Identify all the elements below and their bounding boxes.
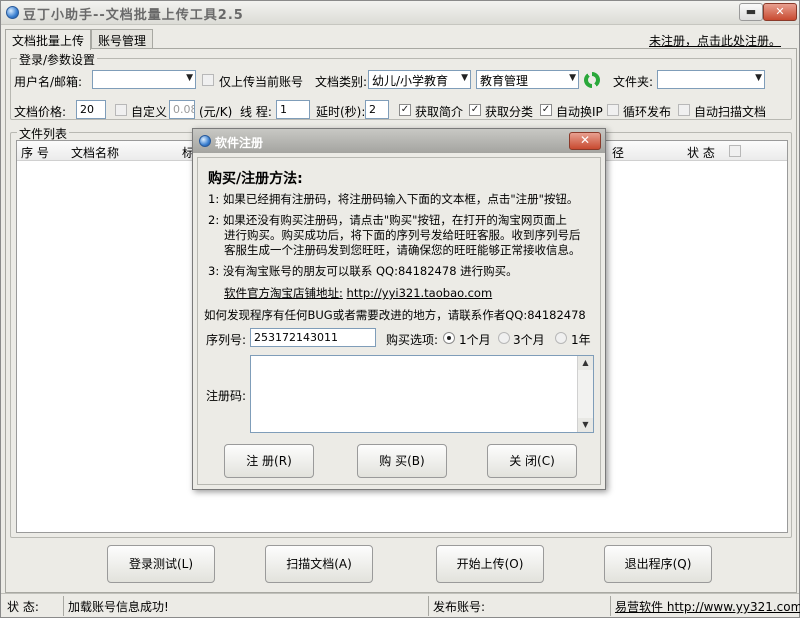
category1-combo[interactable]: 幼儿/小学教育 ▼	[368, 70, 471, 89]
option-1-month-label: 1个月	[459, 333, 491, 347]
app-icon	[6, 6, 19, 19]
option-1-year-radio[interactable]	[555, 332, 567, 344]
folder-label: 文件夹:	[613, 75, 654, 89]
get-category-label: 获取分类	[485, 105, 534, 119]
vendor-url: http://www.yy321.com	[666, 600, 800, 614]
instruction-3: 3: 没有淘宝账号的朋友可以联系 QQ:84182478 进行购买。	[208, 264, 518, 278]
serial-input[interactable]: 253172143011	[250, 328, 376, 347]
custom-price-input[interactable]: 0.08	[169, 100, 195, 119]
scan-docs-button[interactable]: 扫描文档(A)	[265, 545, 373, 583]
delay-input[interactable]: 2	[365, 100, 389, 119]
status-label: 状 态:	[7, 600, 39, 614]
exit-button[interactable]: 退出程序(Q)	[604, 545, 712, 583]
title-bar: 豆丁小助手--文档批量上传工具2.5 ▬ ✕	[1, 1, 799, 25]
price-unit-label: (元/K)	[199, 105, 233, 119]
chevron-down-icon: ▼	[569, 73, 576, 83]
col-index[interactable]: 序 号	[21, 144, 49, 161]
chevron-down-icon: ▼	[755, 73, 762, 83]
register-link[interactable]: 未注册，点击此处注册。	[649, 32, 781, 49]
chevron-down-icon: ▼	[186, 73, 193, 83]
dialog-close-action-button[interactable]: 关 闭(C)	[487, 444, 577, 478]
refresh-icon[interactable]	[584, 72, 600, 88]
scroll-down-icon[interactable]: ▼	[578, 418, 593, 432]
regcode-label: 注册码:	[206, 389, 247, 403]
upload-current-label: 仅上传当前账号	[219, 75, 304, 89]
shop-label: 软件官方淘宝店铺地址:	[224, 286, 343, 300]
col-doc-name[interactable]: 文档名称	[71, 144, 119, 161]
dialog-close-button[interactable]: ✕	[569, 132, 601, 150]
vendor-name: 易营软件	[615, 600, 664, 614]
option-1-year-label: 1年	[571, 333, 591, 347]
threads-input[interactable]: 1	[276, 100, 310, 119]
instruction-1: 1: 如果已经拥有注册码，将注册码输入下面的文本框，点击"注册"按钮。	[208, 192, 579, 206]
regcode-textarea[interactable]: ▲ ▼	[250, 355, 594, 433]
start-upload-button[interactable]: 开始上传(O)	[436, 545, 544, 583]
auto-scan-label: 自动扫描文档	[694, 105, 767, 119]
minimize-button[interactable]: ▬	[739, 3, 763, 21]
username-combo[interactable]: ▼	[92, 70, 196, 89]
vendor-link[interactable]: 易营软件 http://www.yy321.com	[615, 598, 800, 615]
scroll-up-icon[interactable]: ▲	[578, 356, 593, 370]
auto-ip-label: 自动换IP	[556, 105, 603, 119]
get-category-checkbox[interactable]: ✓	[469, 104, 481, 116]
dialog-title: 软件注册	[215, 136, 264, 150]
status-separator	[610, 596, 611, 616]
login-test-button[interactable]: 登录测试(L)	[107, 545, 215, 583]
status-separator	[428, 596, 429, 616]
app-icon	[199, 135, 211, 147]
option-1-month-radio[interactable]	[443, 332, 455, 344]
dialog-body: 购买/注册方法: 1: 如果已经拥有注册码，将注册码输入下面的文本框，点击"注册…	[197, 157, 601, 485]
category1-value: 幼儿/小学教育	[372, 74, 449, 88]
upload-current-checkbox[interactable]	[202, 74, 214, 86]
instruction-2a: 2: 如果还没有购买注册码，请点击"购买"按钮，在打开的淘宝网页面上	[208, 213, 567, 227]
dialog-heading: 购买/注册方法:	[208, 171, 303, 187]
purchase-option-label: 购买选项:	[386, 333, 439, 347]
auto-ip-checkbox[interactable]: ✓	[540, 104, 552, 116]
instruction-2c: 客服生成一个注册码发到您旺旺，请确保您的旺旺能够正常接收信息。	[224, 243, 581, 257]
bug-contact-line: 如何发现程序有任何BUG或者需要改进的地方，请联系作者QQ:84182478	[204, 308, 586, 322]
doc-category-label: 文档类别:	[315, 75, 368, 89]
category2-value: 教育管理	[480, 74, 529, 88]
instruction-2b: 进行购买。购买成功后，将下面的序列号发给旺旺客服。收到序列号后	[224, 228, 581, 242]
col-status[interactable]: 状 态	[687, 144, 715, 161]
regcode-scrollbar[interactable]: ▲ ▼	[577, 356, 593, 432]
loop-publish-checkbox[interactable]	[607, 104, 619, 116]
window-title: 豆丁小助手--文档批量上传工具2.5	[23, 8, 244, 23]
price-label: 文档价格:	[14, 105, 67, 119]
get-summary-checkbox[interactable]: ✓	[399, 104, 411, 116]
loop-publish-label: 循环发布	[623, 105, 672, 119]
option-3-months-radio[interactable]	[498, 332, 510, 344]
tab-batch-upload[interactable]: 文档批量上传	[5, 29, 92, 50]
serial-label: 序列号:	[206, 333, 247, 347]
register-dialog: 软件注册 ✕ 购买/注册方法: 1: 如果已经拥有注册码，将注册码输入下面的文本…	[192, 128, 606, 490]
chevron-down-icon: ▼	[461, 73, 468, 83]
status-bar: 状 态: 加载账号信息成功! 发布账号: 易营软件 http://www.yy3…	[1, 593, 800, 617]
folder-combo[interactable]: ▼	[657, 70, 765, 89]
publish-account-label: 发布账号:	[433, 600, 486, 614]
shop-url-link[interactable]: http://yyi321.taobao.com	[347, 286, 493, 300]
custom-price-checkbox[interactable]	[115, 104, 127, 116]
select-all-checkbox[interactable]	[729, 145, 741, 157]
username-label: 用户名/邮箱:	[14, 75, 83, 89]
auto-scan-checkbox[interactable]	[678, 104, 690, 116]
col-path[interactable]: 径	[612, 144, 624, 161]
dialog-title-bar: 软件注册 ✕	[193, 129, 605, 153]
delay-label: 延时(秒):	[316, 105, 366, 119]
status-separator	[63, 596, 64, 616]
threads-label: 线 程:	[240, 105, 272, 119]
close-button[interactable]: ✕	[763, 3, 797, 21]
category2-combo[interactable]: 教育管理 ▼	[476, 70, 579, 89]
option-3-months-label: 3个月	[513, 333, 545, 347]
get-summary-label: 获取简介	[415, 105, 464, 119]
custom-price-label: 自定义	[131, 105, 168, 119]
buy-button[interactable]: 购 买(B)	[357, 444, 447, 478]
tab-account-manage[interactable]: 账号管理	[91, 29, 154, 49]
shop-address: 软件官方淘宝店铺地址: http://yyi321.taobao.com	[224, 285, 492, 301]
price-input[interactable]: 20	[76, 100, 106, 119]
login-settings-legend: 登录/参数设置	[17, 51, 98, 68]
register-button[interactable]: 注 册(R)	[224, 444, 314, 478]
status-value: 加载账号信息成功!	[68, 600, 169, 614]
